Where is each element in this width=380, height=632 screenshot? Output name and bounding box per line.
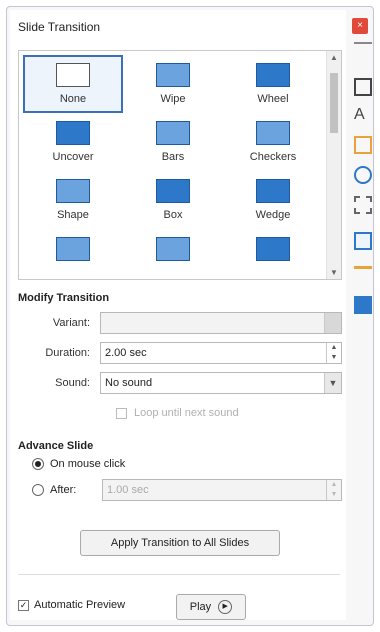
transition-item[interactable]: Wedge xyxy=(223,171,323,229)
transition-item-label: Uncover xyxy=(52,151,94,163)
transition-item[interactable] xyxy=(123,229,223,279)
spin-arrows-icon[interactable]: ▲ ▼ xyxy=(326,480,341,500)
navigator-icon[interactable] xyxy=(354,166,372,184)
transition-item-label: Wedge xyxy=(255,209,291,221)
wipe-icon xyxy=(156,63,190,87)
transition-item[interactable]: Box xyxy=(123,171,223,229)
scroll-down-icon[interactable]: ▼ xyxy=(330,268,338,277)
on-mouse-click-radio[interactable] xyxy=(32,458,44,470)
after-label: After: xyxy=(50,484,77,496)
scroll-thumb[interactable] xyxy=(330,73,338,133)
checkers-icon xyxy=(256,121,290,145)
transition-item[interactable]: None xyxy=(23,55,123,113)
after-radio[interactable] xyxy=(32,484,44,496)
transition-item-label: Checkers xyxy=(249,151,297,163)
shapes-icon[interactable] xyxy=(354,196,372,214)
play-icon: ▶ xyxy=(218,600,233,615)
styles-icon[interactable]: A xyxy=(354,106,372,124)
automatic-preview-label: Automatic Preview xyxy=(34,599,126,611)
transition-item[interactable] xyxy=(223,229,323,279)
transition-item[interactable] xyxy=(23,229,123,279)
transition-item-label: Bars xyxy=(161,151,185,163)
transition-item-label: Shape xyxy=(57,209,89,221)
wheel-icon xyxy=(256,63,290,87)
master-slides-icon[interactable] xyxy=(354,296,372,314)
menu-icon[interactable] xyxy=(354,40,372,44)
variant-select[interactable] xyxy=(100,312,342,334)
bars-icon xyxy=(156,121,190,145)
transition-gallery[interactable]: None Wipe Wheel Uncover Bars Checkers Shape Box… xyxy=(18,50,342,280)
gallery-scrollbar[interactable]: ▲ ▼ xyxy=(326,51,341,279)
variant-label: Variant: xyxy=(52,317,90,329)
transition-item-label: Box xyxy=(163,209,183,221)
loop-checkbox[interactable] xyxy=(116,408,127,419)
apply-to-all-slides-button[interactable]: Apply Transition to All Slides xyxy=(80,530,280,556)
duration-spinner[interactable]: 2.00 sec ▲ ▼ xyxy=(100,342,342,364)
play-button[interactable]: Play ▶ xyxy=(176,594,246,620)
after-spinner[interactable]: 1.00 sec ▲ ▼ xyxy=(102,479,342,501)
shape-icon xyxy=(56,179,90,203)
footer-divider xyxy=(18,574,340,575)
advance-slide-heading: Advance Slide xyxy=(18,440,94,452)
properties-icon[interactable] xyxy=(354,78,372,96)
panel-title: Slide Transition xyxy=(18,20,101,34)
sound-select[interactable]: No sound ▼ xyxy=(100,372,342,394)
wedge-icon xyxy=(256,179,290,203)
automatic-preview-checkbox[interactable]: ✓ xyxy=(18,600,29,611)
chevron-down-icon[interactable]: ▼ xyxy=(324,373,341,393)
spin-arrows-icon[interactable]: ▲ ▼ xyxy=(326,343,341,363)
close-button[interactable]: × xyxy=(352,18,368,34)
transition-item-label: Wipe xyxy=(160,93,186,105)
loop-label: Loop until next sound xyxy=(134,407,239,419)
slide-transition-panel: Slide Transition None Wipe Wheel Uncover Bar… xyxy=(10,10,346,620)
gallery-icon[interactable] xyxy=(354,136,372,154)
on-mouse-click-label: On mouse click xyxy=(50,458,126,470)
transition-item[interactable]: Wipe xyxy=(123,55,223,113)
transition-item[interactable]: Bars xyxy=(123,113,223,171)
sound-label: Sound: xyxy=(55,377,90,389)
transition-item[interactable]: Checkers xyxy=(223,113,323,171)
transition-item-label: None xyxy=(59,93,87,105)
none-icon xyxy=(56,63,90,87)
iris-icon xyxy=(156,237,190,261)
transition-item-label: Wheel xyxy=(257,93,289,105)
transition-item[interactable]: Shape xyxy=(23,171,123,229)
transition-item[interactable]: Wheel xyxy=(223,55,323,113)
transition-grid: None Wipe Wheel Uncover Bars Checkers Shape Box… xyxy=(23,55,323,279)
scroll-up-icon[interactable]: ▲ xyxy=(330,53,338,62)
animation-icon[interactable] xyxy=(354,266,372,284)
box-icon xyxy=(156,179,190,203)
modify-transition-heading: Modify Transition xyxy=(18,292,110,304)
fade-icon xyxy=(256,237,290,261)
slide-transition-icon[interactable] xyxy=(354,232,372,250)
chevron-down-icon[interactable] xyxy=(324,313,341,333)
uncover-icon xyxy=(56,121,90,145)
duration-label: Duration: xyxy=(45,347,90,359)
venetian-icon xyxy=(56,237,90,261)
transition-item[interactable]: Uncover xyxy=(23,113,123,171)
